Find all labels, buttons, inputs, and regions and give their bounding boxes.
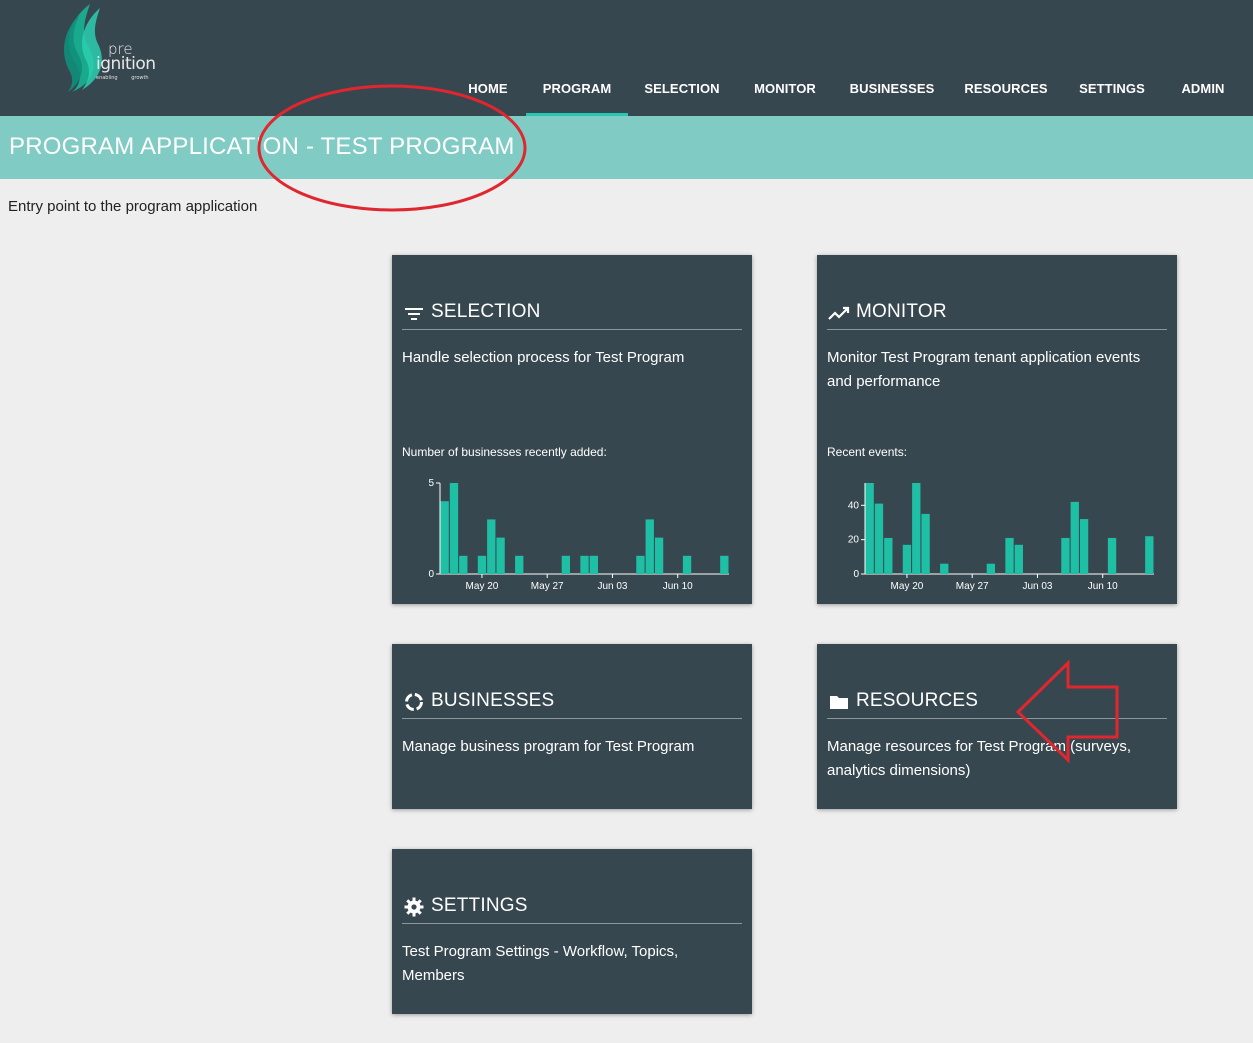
selection-card-title: SELECTION bbox=[431, 301, 541, 322]
filter-icon bbox=[402, 302, 426, 324]
chart-bar bbox=[440, 501, 449, 574]
monitor-chart-label: Recent events: bbox=[827, 445, 908, 459]
x-tick-label: May 27 bbox=[956, 581, 989, 592]
chart-bar bbox=[449, 483, 459, 574]
nav-home[interactable]: HOME bbox=[449, 64, 527, 116]
monitor-card-title: MONITOR bbox=[856, 301, 947, 322]
chart-bar bbox=[874, 503, 884, 574]
resources-card-header: RESOURCES bbox=[827, 690, 1167, 719]
page-title-band: PROGRAM APPLICATION - TEST PROGRAM bbox=[0, 116, 1253, 179]
chart-bar bbox=[940, 563, 949, 574]
settings-card-description: Test Program Settings - Workflow, Topics… bbox=[402, 943, 679, 984]
nav-businesses[interactable]: BUSINESSES bbox=[834, 64, 950, 116]
chart-bar bbox=[986, 563, 996, 574]
folder-icon bbox=[827, 691, 851, 713]
businesses-card[interactable]: BUSINESSES Manage business program for T… bbox=[392, 644, 752, 809]
y-tick-label: 5 bbox=[428, 478, 434, 489]
chart-bar bbox=[654, 537, 664, 574]
settings-card[interactable]: SETTINGS Test Program Settings - Workflo… bbox=[392, 849, 752, 1014]
chart-bar bbox=[921, 513, 930, 574]
chart-bar bbox=[561, 555, 571, 574]
settings-card-header: SETTINGS bbox=[402, 895, 742, 924]
nav-admin[interactable]: ADMIN bbox=[1162, 64, 1244, 116]
settings-card-title: SETTINGS bbox=[431, 895, 528, 916]
nav-resources[interactable]: RESOURCES bbox=[950, 64, 1062, 116]
nav-monitor[interactable]: MONITOR bbox=[736, 64, 834, 116]
chart-bar bbox=[589, 555, 598, 574]
monitor-card-description: Monitor Test Program tenant application … bbox=[827, 349, 1141, 390]
top-navigation-bar: pre ignition enabling growth HOME PROGRA… bbox=[0, 0, 1253, 116]
x-tick-label: Jun 10 bbox=[1088, 581, 1118, 592]
preignition-logo[interactable]: pre ignition enabling growth bbox=[56, 2, 166, 94]
chart-bar bbox=[1079, 519, 1089, 574]
chart-bar bbox=[636, 555, 645, 574]
chart-bar bbox=[720, 555, 729, 574]
chart-bar bbox=[477, 555, 487, 574]
y-tick-label: 40 bbox=[848, 500, 860, 511]
chart-bar bbox=[1145, 536, 1154, 574]
chart-bar bbox=[902, 544, 912, 574]
businesses-card-title: BUSINESSES bbox=[431, 690, 555, 711]
selection-card-header: SELECTION bbox=[402, 301, 742, 330]
page-subtitle: Entry point to the program application bbox=[8, 198, 258, 215]
businesses-added-chart: 0 5 May 20 May 27 Jun 03 Jun 10 bbox=[428, 478, 729, 592]
loading-circle-icon bbox=[402, 691, 426, 713]
chart-bar bbox=[912, 483, 921, 574]
chart-bar bbox=[1107, 537, 1117, 574]
nav-program[interactable]: PROGRAM bbox=[526, 64, 628, 116]
chart-bar bbox=[1005, 537, 1014, 574]
resources-card[interactable]: RESOURCES Manage resources for Test Prog… bbox=[817, 644, 1177, 809]
chart-bar bbox=[487, 519, 496, 574]
y-tick-label: 20 bbox=[848, 535, 860, 546]
monitor-card[interactable]: MONITOR Monitor Test Program tenant appl… bbox=[817, 255, 1177, 604]
x-tick-label: May 20 bbox=[466, 581, 499, 592]
nav-settings[interactable]: SETTINGS bbox=[1062, 64, 1162, 116]
x-tick-label: Jun 10 bbox=[663, 581, 693, 592]
chart-bar bbox=[496, 537, 505, 574]
y-tick-label: 0 bbox=[853, 569, 859, 580]
logo-name-text: ignition bbox=[96, 54, 156, 74]
selection-card[interactable]: SELECTION Handle selection process for T… bbox=[392, 255, 752, 604]
x-tick-label: Jun 03 bbox=[597, 581, 627, 592]
chart-bar bbox=[682, 555, 692, 574]
x-tick-label: May 27 bbox=[531, 581, 564, 592]
page-title: PROGRAM APPLICATION - TEST PROGRAM bbox=[9, 133, 515, 160]
chart-bar bbox=[645, 519, 654, 574]
chart-bar bbox=[1070, 501, 1079, 574]
recent-events-chart: 0 20 40 May 20 May 27 Jun 03 Jun 10 bbox=[848, 483, 1154, 592]
chart-bar bbox=[459, 555, 468, 574]
resources-card-description: Manage resources for Test Program (surve… bbox=[827, 738, 1132, 779]
x-tick-label: May 20 bbox=[891, 581, 924, 592]
chart-bar bbox=[515, 555, 524, 574]
y-tick-label: 0 bbox=[428, 569, 434, 580]
selection-chart-label: Number of businesses recently added: bbox=[402, 445, 607, 459]
chart-bar bbox=[1061, 537, 1070, 574]
businesses-card-header: BUSINESSES bbox=[402, 690, 742, 719]
logo-tagline: enabling growth bbox=[96, 75, 149, 81]
businesses-card-description: Manage business program for Test Program bbox=[402, 738, 695, 755]
nav-selection[interactable]: SELECTION bbox=[628, 64, 736, 116]
selection-card-description: Handle selection process for Test Progra… bbox=[402, 349, 685, 366]
x-tick-label: Jun 03 bbox=[1022, 581, 1052, 592]
resources-card-title: RESOURCES bbox=[856, 690, 979, 711]
chart-bar bbox=[884, 537, 893, 574]
chart-bar bbox=[580, 555, 589, 574]
gear-icon bbox=[402, 896, 426, 918]
chart-bar bbox=[865, 483, 874, 574]
chart-bar bbox=[1014, 544, 1023, 574]
trending-icon bbox=[827, 302, 851, 324]
monitor-card-header: MONITOR bbox=[827, 301, 1167, 330]
